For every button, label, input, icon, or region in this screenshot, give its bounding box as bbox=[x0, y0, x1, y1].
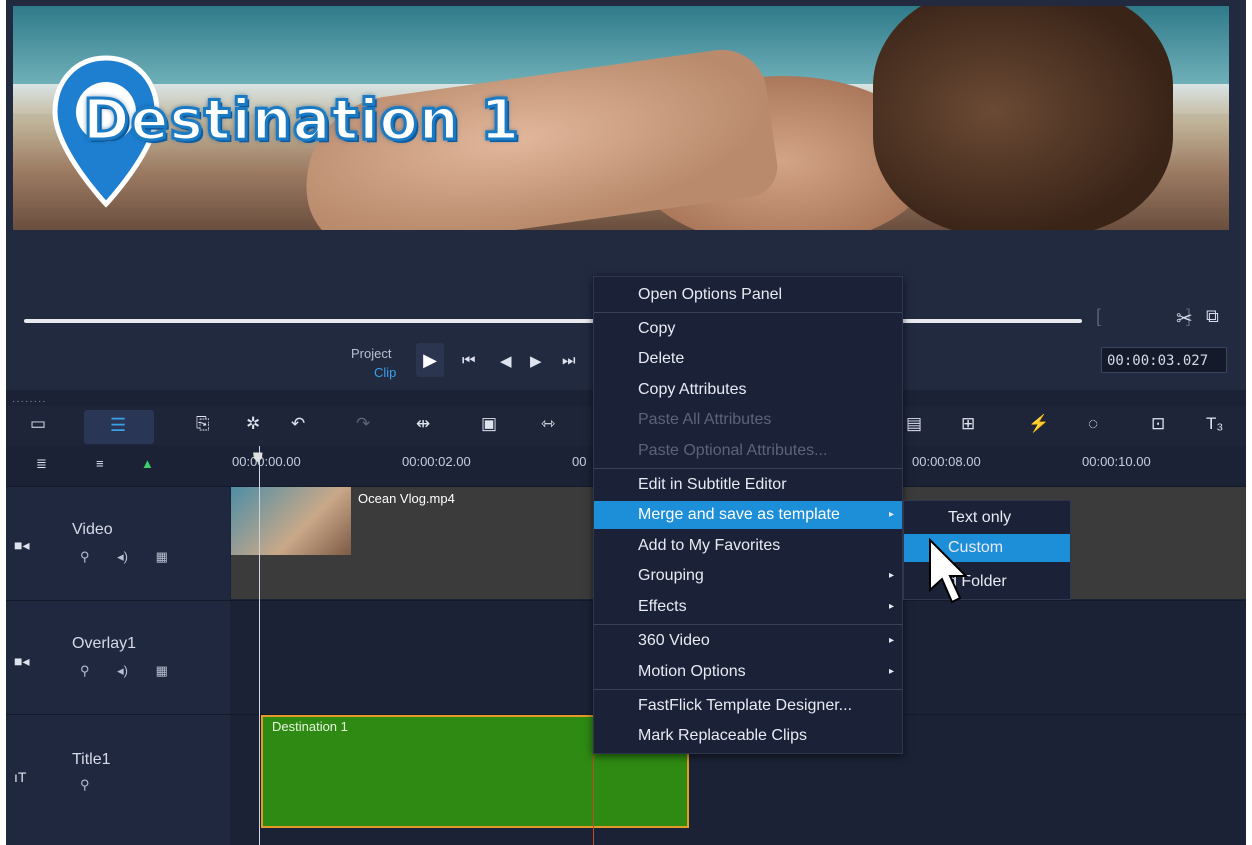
overlay-track-icon: ■◂ bbox=[14, 653, 30, 669]
copy-icon[interactable]: ⧉ bbox=[1206, 306, 1219, 327]
menu-item-label: Paste Optional Attributes... bbox=[638, 442, 828, 459]
track-controls[interactable]: ⚲ ◂) ▦ bbox=[80, 549, 168, 565]
motion-icon[interactable]: ⚡ bbox=[1028, 414, 1049, 434]
submenu-arrow-icon: ▸ bbox=[888, 601, 894, 612]
track-controls[interactable]: ⚲ ◂) ▦ bbox=[80, 663, 168, 679]
track-header-title[interactable]: ıT Title1 ⚲ bbox=[6, 714, 230, 845]
screen-capture-icon[interactable]: ⊡ bbox=[1151, 414, 1165, 434]
menu-item-label: Delete bbox=[638, 350, 685, 367]
playhead-handle[interactable]: ⛊ bbox=[253, 450, 263, 466]
timeline-view-icon: ☰ bbox=[110, 415, 127, 435]
preview-video-frame: Destination 1 bbox=[13, 6, 1229, 230]
menu-item-fastflick-template-designer[interactable]: FastFlick Template Designer... bbox=[594, 692, 902, 720]
track-name: Overlay1 bbox=[72, 635, 137, 652]
ruler-tick: 00:00:08.00 bbox=[912, 454, 981, 469]
redo-icon[interactable]: ↷ bbox=[356, 414, 370, 434]
menu-item-label: Grouping bbox=[638, 567, 704, 584]
record-capture-icon[interactable]: ⎘ bbox=[196, 414, 210, 434]
menu-item-motion-options[interactable]: Motion Options ▸ bbox=[594, 658, 902, 686]
add-marker-icon[interactable]: ▲ bbox=[141, 456, 154, 471]
undo-icon[interactable]: ↶ bbox=[291, 414, 305, 434]
timeline-view-button[interactable]: ☰ bbox=[84, 410, 154, 444]
submenu-item-text-only[interactable]: Text only bbox=[904, 504, 1070, 532]
menu-item-label: Copy Attributes bbox=[638, 381, 747, 398]
menu-item-mark-replaceable-clips[interactable]: Mark Replaceable Clips bbox=[594, 722, 902, 750]
menu-item-label: Open Options Panel bbox=[638, 286, 783, 303]
3d-title-icon[interactable]: T₃ bbox=[1206, 414, 1223, 434]
go-to-end-icon[interactable]: ⏭ bbox=[562, 352, 576, 369]
menu-item-label: Motion Options bbox=[638, 663, 746, 680]
subtitle-icon[interactable]: ▤ bbox=[906, 414, 922, 434]
menu-item-label: Paste All Attributes bbox=[638, 411, 772, 428]
track-controls[interactable]: ⚲ bbox=[80, 777, 90, 793]
submenu-arrow-icon: ▸ bbox=[888, 570, 894, 581]
mode-clip-label[interactable]: Clip bbox=[374, 365, 396, 380]
lasso-icon[interactable]: ◌ bbox=[1088, 414, 1098, 434]
submenu-arrow-icon: ▸ bbox=[888, 666, 894, 677]
tools-icon[interactable]: ✲ bbox=[246, 414, 260, 434]
menu-item-label: Mark Replaceable Clips bbox=[638, 727, 807, 744]
menu-item-label: Effects bbox=[638, 598, 687, 615]
grid-icon[interactable]: ⊞ bbox=[961, 414, 975, 434]
track-name: Video bbox=[72, 521, 113, 538]
menu-item-edit-in-subtitle-editor[interactable]: Edit in Subtitle Editor bbox=[594, 471, 902, 499]
storyboard-view-icon[interactable]: ▭ bbox=[30, 414, 46, 434]
previous-frame-icon[interactable]: ◀ bbox=[500, 352, 512, 370]
menu-item-label: 360 Video bbox=[638, 632, 710, 649]
title-clip-label: Destination 1 bbox=[272, 719, 348, 734]
chapter-icon[interactable]: ≡ bbox=[96, 456, 104, 471]
menu-item-label: Copy bbox=[638, 320, 676, 337]
menu-separator bbox=[594, 468, 902, 469]
next-frame-icon[interactable]: ▶ bbox=[530, 352, 542, 370]
menu-item-paste-all-attributes: Paste All Attributes bbox=[594, 406, 902, 434]
track-header-video[interactable]: ■◂ Video ⚲ ◂) ▦ bbox=[6, 486, 230, 601]
preview-title-overlay: Destination 1 bbox=[81, 87, 521, 155]
menu-separator bbox=[594, 689, 902, 690]
title-track-icon: ıT bbox=[14, 769, 27, 785]
submenu-arrow-icon: ▸ bbox=[888, 635, 894, 646]
timecode-field[interactable]: 00:00:03.027 bbox=[1101, 347, 1227, 373]
menu-item-paste-optional-attributes: Paste Optional Attributes... bbox=[594, 437, 902, 465]
track-header-overlay[interactable]: ■◂ Overlay1 ⚲ ◂) ▦ bbox=[6, 600, 230, 715]
play-button[interactable]: ▶ bbox=[416, 343, 444, 377]
mode-project-label[interactable]: Project bbox=[351, 346, 391, 361]
track-manager-icon[interactable]: ≣ bbox=[36, 456, 47, 472]
video-editor-window: Destination 1 [ ] ✂ ⧉ Project Clip ▶ ⏮ ◀… bbox=[6, 0, 1246, 845]
scissors-icon[interactable]: ✂ bbox=[1176, 306, 1193, 331]
menu-item-copy[interactable]: Copy bbox=[594, 315, 902, 343]
video-clip-label: Ocean Vlog.mp4 bbox=[358, 491, 455, 506]
menu-item-open-options-panel[interactable]: Open Options Panel bbox=[594, 281, 902, 309]
menu-item-label: Add to My Favorites bbox=[638, 537, 781, 554]
menu-item-effects[interactable]: Effects ▸ bbox=[594, 593, 902, 621]
mask-icon[interactable]: ▣ bbox=[481, 414, 497, 434]
menu-item-label: Edit in Subtitle Editor bbox=[638, 476, 787, 493]
menu-item-merge-and-save-as-template[interactable]: Merge and save as template ▸ bbox=[594, 501, 902, 529]
menu-item-label: Merge and save as template bbox=[638, 506, 840, 523]
go-to-start-icon[interactable]: ⏮ bbox=[462, 352, 476, 369]
menu-item-delete[interactable]: Delete bbox=[594, 345, 902, 373]
menu-item-label: FastFlick Template Designer... bbox=[638, 697, 853, 714]
menu-item-copy-attributes[interactable]: Copy Attributes bbox=[594, 376, 902, 404]
ruler-tick: 00:00:02.00 bbox=[402, 454, 471, 469]
fit-project-icon[interactable]: ⇹ bbox=[416, 414, 430, 434]
menu-item-add-to-my-favorites[interactable]: Add to My Favorites bbox=[594, 532, 902, 560]
submenu-arrow-icon: ▸ bbox=[888, 509, 894, 520]
ruler-tick: 00:00:10.00 bbox=[1082, 454, 1151, 469]
menu-separator bbox=[594, 312, 902, 313]
mouse-pointer-icon bbox=[929, 538, 968, 604]
menu-item-grouping[interactable]: Grouping ▸ bbox=[594, 562, 902, 590]
submenu-item-label: Text only bbox=[948, 509, 1012, 526]
ruler-tick: 00 bbox=[572, 454, 587, 469]
playhead[interactable] bbox=[259, 446, 260, 845]
ruler-tick: 00:00:00.00 bbox=[232, 454, 301, 469]
menu-separator bbox=[594, 624, 902, 625]
split-icon[interactable]: ⇿ bbox=[541, 414, 555, 434]
scrub-bar[interactable] bbox=[24, 319, 1082, 323]
person-hair bbox=[873, 6, 1173, 230]
track-name: Title1 bbox=[72, 751, 111, 768]
video-track-icon: ■◂ bbox=[14, 537, 30, 553]
menu-item-360-video[interactable]: 360 Video ▸ bbox=[594, 627, 902, 655]
context-menu: Open Options Panel Copy Delete Copy Attr… bbox=[593, 276, 903, 754]
video-clip-thumbnail[interactable] bbox=[231, 487, 351, 555]
